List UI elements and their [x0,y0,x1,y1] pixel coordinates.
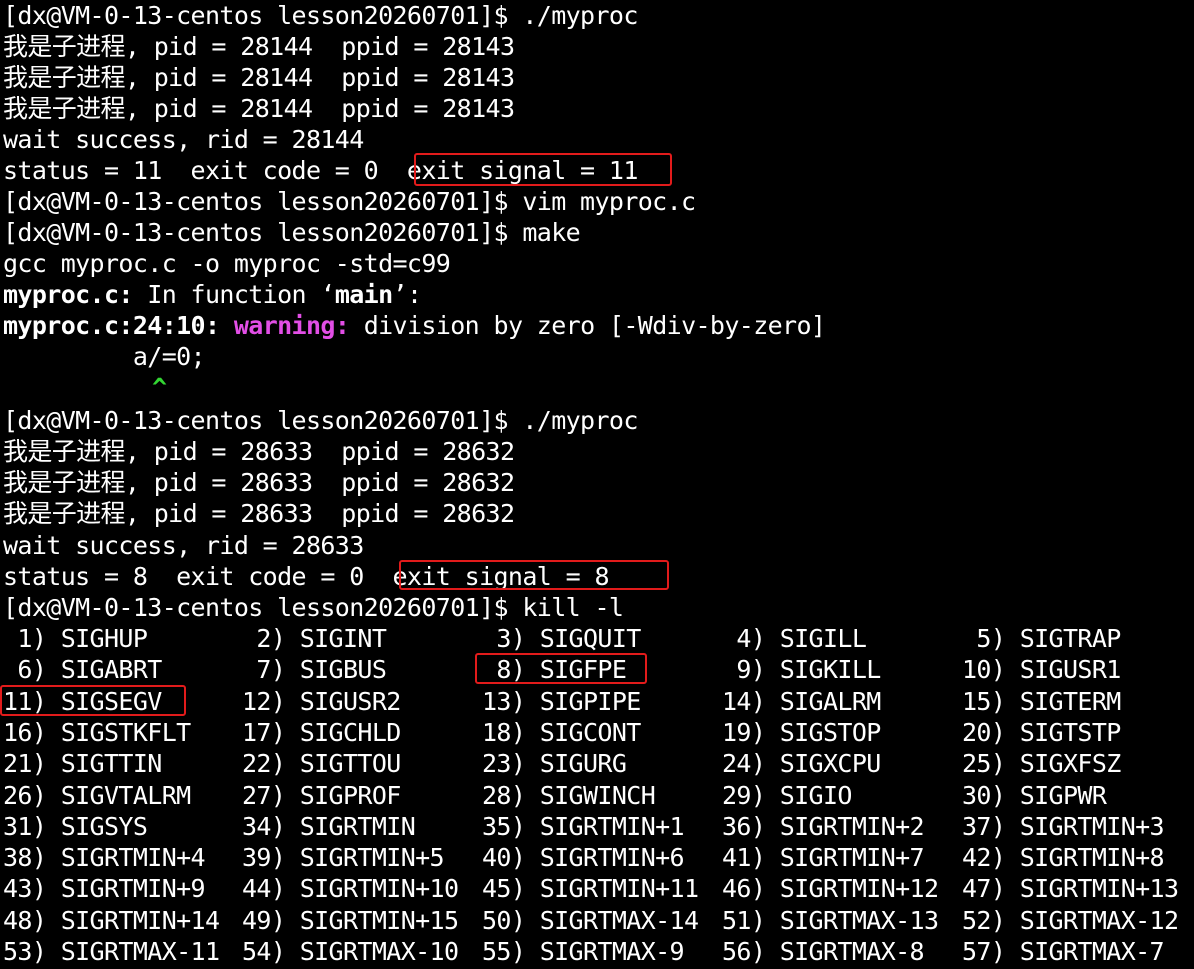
signal-entry: 17) SIGCHLD [242,717,401,747]
caret-marker: ^ [152,373,167,402]
signal-entry: 6) SIGABRT [3,655,162,685]
signal-entry: 38) SIGRTMIN+4 [3,843,206,873]
compiler-in-function: In function ‘ [132,280,335,309]
signal-entry: 55) SIGRTMAX-9 [482,937,685,966]
output-line: 我是子进程, pid = 28144 ppid = 28143 [3,63,515,92]
signal-entry: 52) SIGRTMAX-12 [962,905,1179,935]
signal-entry: 8) SIGFPE [482,655,627,685]
output-line: 我是子进程, pid = 28144 ppid = 28143 [3,94,515,123]
signal-entry: 56) SIGRTMAX-8 [722,937,925,966]
compiler-in-function-end: ’: [392,280,422,309]
signal-entry: 19) SIGSTOP [722,717,881,747]
signal-entry: 49) SIGRTMIN+15 [242,905,459,935]
signal-entry: 45) SIGRTMIN+11 [482,874,699,904]
status-line: status = 11 exit code = 0 exit signal = … [3,156,638,185]
signal-entry: 28) SIGWINCH [482,780,656,810]
signal-entry: 26) SIGVTALRM [3,780,191,810]
signal-entry: 22) SIGTTOU [242,749,401,779]
signal-entry: 54) SIGRTMAX-10 [242,937,459,966]
signal-entry: 30) SIGPWR [962,780,1107,810]
signal-entry: 27) SIGPROF [242,780,401,810]
signal-entry: 13) SIGPIPE [482,686,641,716]
prompt-line: [dx@VM-0-13-centos lesson20260701]$ ./my… [3,406,638,435]
signal-entry: 21) SIGTTIN [3,749,162,779]
output-line: 我是子进程, pid = 28633 ppid = 28632 [3,437,515,466]
signal-entry: 20) SIGTSTP [962,717,1121,747]
signal-entry: 42) SIGRTMIN+8 [962,843,1165,873]
output-line: 我是子进程, pid = 28633 ppid = 28632 [3,499,515,528]
signal-entry: 3) SIGQUIT [482,624,641,653]
prompt-line: [dx@VM-0-13-centos lesson20260701]$ kill… [3,593,624,622]
warning-label: warning: [233,311,350,340]
signal-entry: 29) SIGIO [722,780,852,810]
signal-entry: 43) SIGRTMIN+9 [3,874,206,904]
signal-entry: 35) SIGRTMIN+1 [482,811,685,841]
signal-entry: 40) SIGRTMIN+6 [482,843,685,873]
output-line: gcc myproc.c -o myproc -std=c99 [3,249,451,278]
signal-entry: 48) SIGRTMIN+14 [3,905,220,935]
compiler-file: myproc.c: [3,280,133,309]
signal-entry: 23) SIGURG [482,749,627,779]
signal-entry: 18) SIGCONT [482,717,641,747]
signal-entry: 37) SIGRTMIN+3 [962,811,1165,841]
compiler-func-name: main [334,280,393,309]
output-line: 我是子进程, pid = 28144 ppid = 28143 [3,32,515,61]
signal-entry: 39) SIGRTMIN+5 [242,843,445,873]
source-snippet-line: a/=0; [3,342,206,371]
compiler-location: myproc.c:24:10: [3,311,220,340]
compiler-function-line: myproc.c: In function ‘main’: [3,279,422,310]
signal-entry: 1) SIGHUP [3,624,148,653]
signal-entry: 11) SIGSEGV [3,686,162,716]
signal-entry: 57) SIGRTMAX-7 [962,937,1165,966]
signal-entry: 50) SIGRTMAX-14 [482,905,699,935]
signal-entry: 10) SIGUSR1 [962,655,1121,685]
signal-entry: 46) SIGRTMIN+12 [722,874,939,904]
output-line: wait success, rid = 28144 [3,125,364,154]
signal-entry: 14) SIGALRM [722,686,881,716]
signal-entry: 7) SIGBUS [242,655,387,685]
signal-entry: 4) SIGILL [722,624,867,653]
signal-entry: 34) SIGRTMIN [242,811,416,841]
signal-entry: 16) SIGSTKFLT [3,717,191,747]
signal-entry: 2) SIGINT [242,624,387,653]
signal-entry: 53) SIGRTMAX-11 [3,937,220,966]
output-line: 我是子进程, pid = 28633 ppid = 28632 [3,468,515,497]
signal-entry: 9) SIGKILL [722,655,881,685]
warning-message: division by zero [-Wdiv-by-zero] [349,311,826,340]
signal-entry: 31) SIGSYS [3,811,148,841]
terminal-window[interactable]: [dx@VM-0-13-centos lesson20260701]$ ./my… [0,0,1194,969]
signal-entry: 41) SIGRTMIN+7 [722,843,925,873]
prompt-line: [dx@VM-0-13-centos lesson20260701]$ ./my… [3,1,638,30]
prompt-line: [dx@VM-0-13-centos lesson20260701]$ make [3,218,581,247]
prompt-line: [dx@VM-0-13-centos lesson20260701]$ vim … [3,187,696,216]
signal-entry: 51) SIGRTMAX-13 [722,905,939,935]
signal-entry: 12) SIGUSR2 [242,686,401,716]
signal-entry: 36) SIGRTMIN+2 [722,811,925,841]
compiler-warning-line: myproc.c:24:10: warning: division by zer… [3,310,826,341]
signal-entry: 44) SIGRTMIN+10 [242,874,459,904]
signal-entry: 25) SIGXFSZ [962,749,1121,779]
signal-entry: 47) SIGRTMIN+13 [962,874,1179,904]
status-line: status = 8 exit code = 0 exit signal = 8 [3,562,610,591]
output-line: wait success, rid = 28633 [3,531,364,560]
signal-entry: 24) SIGXCPU [722,749,881,779]
signal-entry: 15) SIGTERM [962,686,1121,716]
signal-entry: 5) SIGTRAP [962,624,1121,653]
